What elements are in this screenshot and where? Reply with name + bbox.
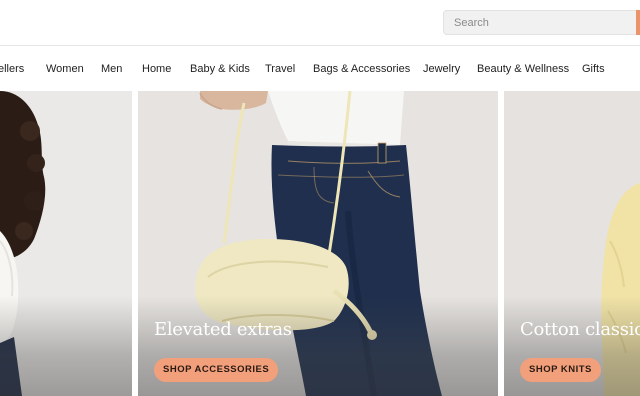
- promo-tiles: Elevated extras SHOP ACCESSORIES Cotton …: [0, 91, 640, 396]
- nav-item-home[interactable]: Home: [142, 63, 171, 75]
- nav-item-baby-kids[interactable]: Baby & Kids: [190, 63, 250, 75]
- nav-item-gifts[interactable]: Gifts: [582, 63, 605, 75]
- shop-knits-button[interactable]: SHOP KNITS: [520, 358, 601, 382]
- top-header: [0, 0, 640, 46]
- promo-tile-accessories[interactable]: Elevated extras SHOP ACCESSORIES: [138, 91, 498, 396]
- tile-title: Cotton classics: [520, 319, 640, 340]
- nav-item-women[interactable]: Women: [46, 63, 84, 75]
- nav-item-men[interactable]: Men: [101, 63, 122, 75]
- nav-item-travel[interactable]: Travel: [265, 63, 295, 75]
- category-nav: ellers Women Men Home Baby & Kids Travel…: [0, 46, 640, 91]
- tile-shade: [0, 296, 132, 396]
- shop-accessories-button[interactable]: SHOP ACCESSORIES: [154, 358, 279, 382]
- search-input[interactable]: [444, 11, 640, 34]
- promo-tile-knits[interactable]: Cotton classics SHOP KNITS: [504, 91, 640, 396]
- nav-item-bags-accessories[interactable]: Bags & Accessories: [313, 63, 410, 75]
- search-box[interactable]: [443, 10, 640, 35]
- nav-item-best-sellers[interactable]: ellers: [0, 63, 24, 75]
- nav-item-jewelry[interactable]: Jewelry: [423, 63, 460, 75]
- nav-item-beauty-wellness[interactable]: Beauty & Wellness: [477, 63, 569, 75]
- search-button[interactable]: [636, 10, 640, 35]
- tile-title: Elevated extras: [154, 319, 292, 340]
- promo-tile-1[interactable]: [0, 91, 132, 396]
